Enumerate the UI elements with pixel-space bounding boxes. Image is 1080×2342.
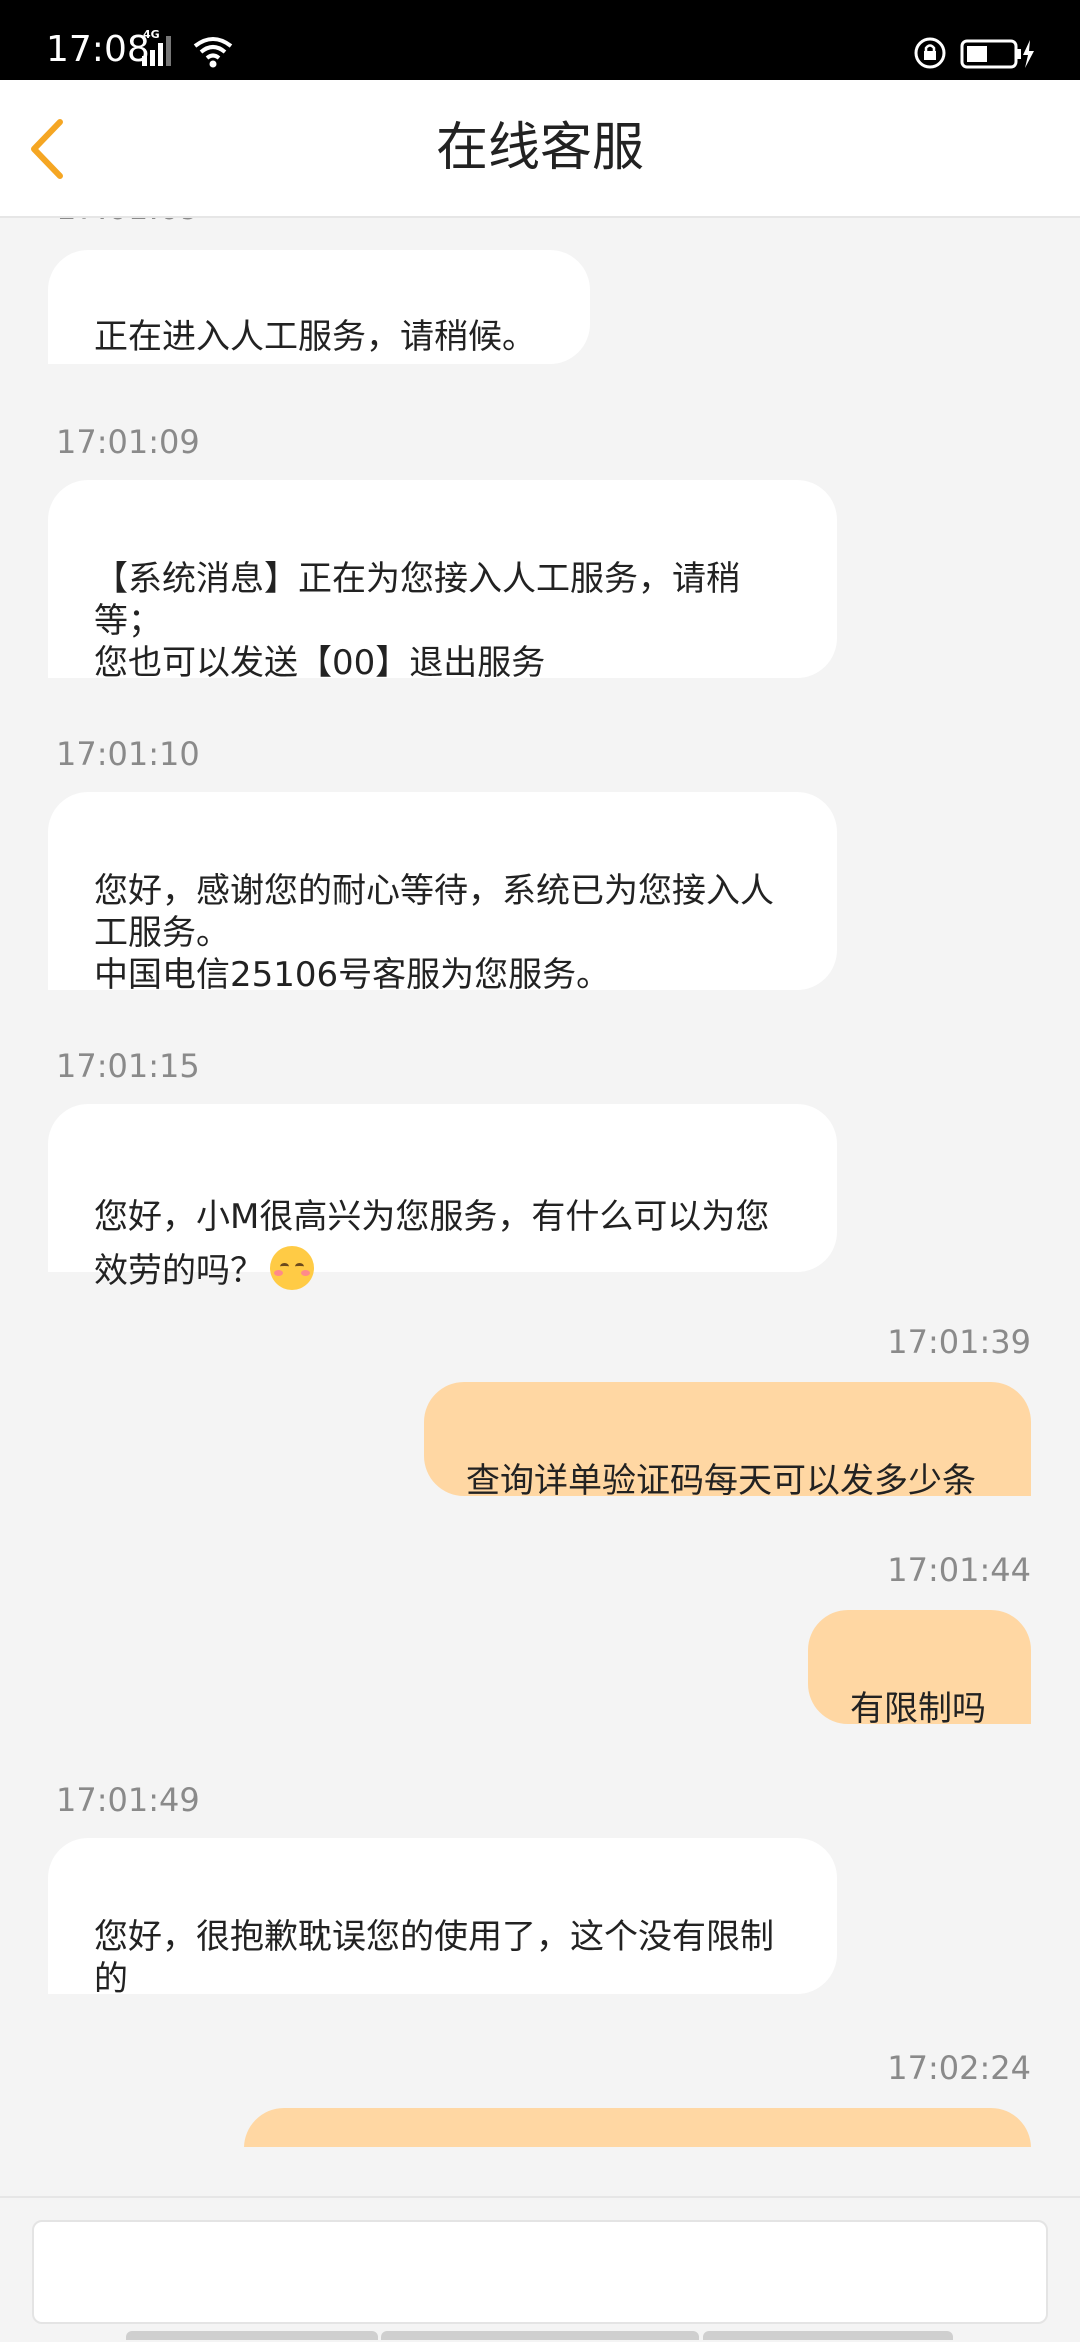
- chat-message-list[interactable]: 17:01:09 正在进入人工服务，请稍候。 17:01:09 【系统消息】正在…: [0, 218, 1080, 2147]
- message-text: 有限制吗: [850, 1689, 986, 1729]
- app-header: 在线客服: [0, 80, 1080, 218]
- keyboard-key[interactable]: [126, 2331, 378, 2340]
- message-timestamp: 17:01:15: [56, 1047, 200, 1085]
- message-text: 【系统消息】正在为您接入人工服务，请稍 等； 您也可以发送【00】退出服务: [94, 559, 740, 683]
- agent-message-bubble: 正在进入人工服务，请稍候。: [48, 250, 590, 364]
- keyboard-key[interactable]: [703, 2331, 953, 2340]
- agent-message-bubble: 您好，很抱歉耽误您的使用了，这个没有限制 的: [48, 1838, 837, 1999]
- message-timestamp: 17:01:39: [887, 1323, 1031, 1361]
- composer-bar: [0, 2196, 1080, 2342]
- message-text: 您好，很抱歉耽误您的使用了，这个没有限制 的: [94, 1917, 774, 1999]
- user-message-bubble: [244, 2108, 1031, 2147]
- message-timestamp: 17:02:24: [887, 2049, 1031, 2087]
- battery-charging-icon: [960, 39, 1034, 69]
- user-message-bubble: 有限制吗: [808, 1610, 1031, 1729]
- page-title: 在线客服: [435, 118, 644, 178]
- keyboard-key[interactable]: [381, 2331, 699, 2340]
- user-message-bubble: 查询详单验证码每天可以发多少条: [424, 1382, 1031, 1501]
- message-timestamp: 17:01:49: [56, 1781, 200, 1819]
- agent-message-bubble: 您好，感谢您的耐心等待，系统已为您接入人 工服务。 中国电信25106号客服为您…: [48, 792, 837, 995]
- message-text: 查询详单验证码每天可以发多少条: [466, 1461, 976, 1501]
- agent-message-bubble: 【系统消息】正在为您接入人工服务，请稍 等； 您也可以发送【00】退出服务: [48, 480, 837, 683]
- message-timestamp: 17:01:44: [887, 1551, 1031, 1589]
- message-timestamp: 17:01:09: [56, 423, 200, 461]
- status-time: 17:08: [46, 29, 150, 70]
- blushing-face-emoji: [270, 1246, 314, 1290]
- status-bar: 17:08 4G: [0, 0, 1080, 80]
- message-text: 您好，感谢您的耐心等待，系统已为您接入人 工服务。 中国电信25106号客服为您…: [94, 871, 774, 995]
- message-timestamp: 17:01:10: [56, 735, 200, 773]
- message-text: 您好，小M很高兴为您服务，有什么可以为您 效劳的吗？: [94, 1197, 770, 1291]
- lock-rotation-icon: [914, 37, 946, 69]
- message-text: 正在进入人工服务，请稍候。: [94, 317, 536, 357]
- agent-message-bubble: 您好，小M很高兴为您服务，有什么可以为您 效劳的吗？: [48, 1104, 837, 1291]
- message-input[interactable]: [32, 2220, 1048, 2324]
- wifi-icon: [193, 37, 233, 68]
- network-type-label: 4G: [143, 28, 160, 41]
- message-timestamp: 17:01:09: [56, 218, 200, 226]
